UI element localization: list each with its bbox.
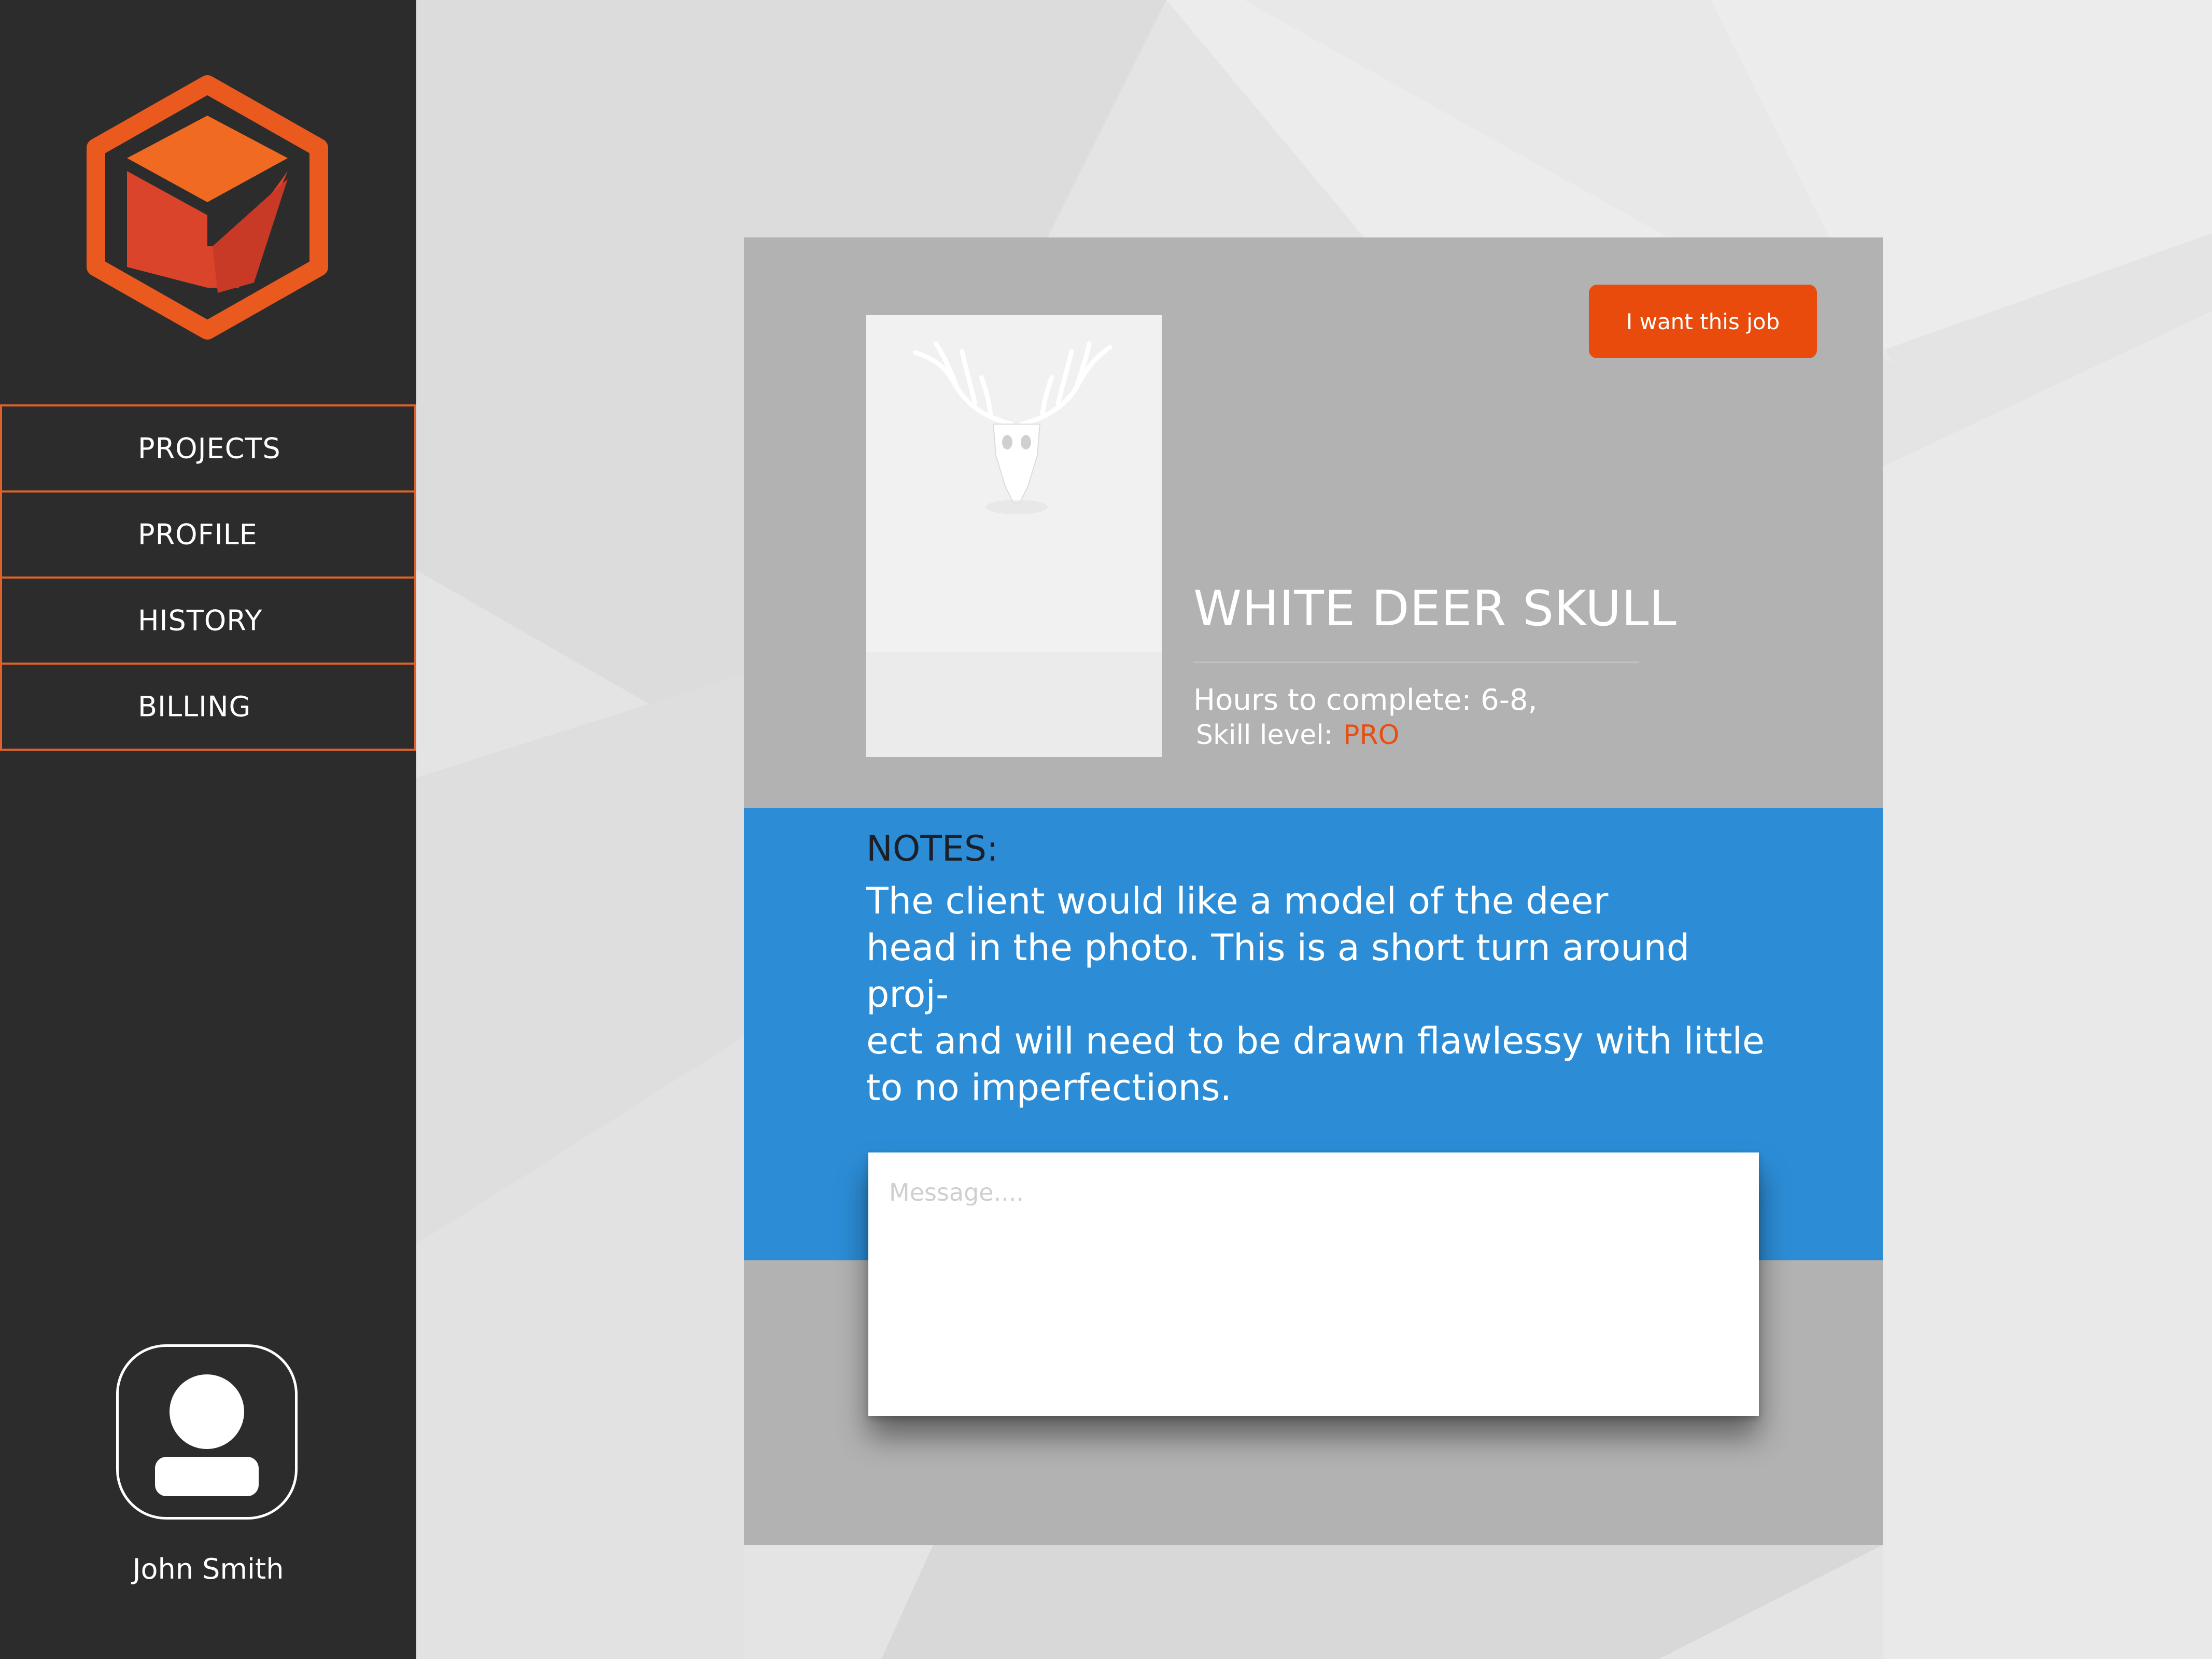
job-card: I want this job WHITE DEER SKULL Hours t… <box>744 237 1883 1545</box>
sidebar-item-label: PROFILE <box>138 518 258 551</box>
title-divider <box>1193 662 1639 663</box>
user-avatar[interactable] <box>116 1344 298 1520</box>
sidebar-item-label: PROJECTS <box>138 432 281 465</box>
sidebar-item-profile[interactable]: PROFILE <box>0 490 416 579</box>
sidebar-item-label: BILLING <box>138 690 251 723</box>
want-job-button[interactable]: I want this job <box>1589 285 1817 358</box>
user-name: John Smith <box>132 1553 284 1585</box>
sidebar-item-projects[interactable]: PROJECTS <box>0 404 416 493</box>
sidebar-item-label: HISTORY <box>138 604 263 637</box>
job-title: WHITE DEER SKULL <box>1193 581 1677 637</box>
hours-to-complete: Hours to complete: 6-8, <box>1193 683 1538 717</box>
hexagon-cube-logo <box>87 75 328 340</box>
sidebar-nav: PROJECTS PROFILE HISTORY BILLING <box>0 404 416 751</box>
deer-skull-photo <box>866 315 1162 757</box>
message-input[interactable] <box>868 1152 1759 1416</box>
sidebar-item-billing[interactable]: BILLING <box>0 663 416 751</box>
user-avatar-icon <box>155 1374 259 1496</box>
sidebar-item-history[interactable]: HISTORY <box>0 577 416 665</box>
notes-title: NOTES: <box>866 828 998 869</box>
sidebar: PROJECTS PROFILE HISTORY BILLING John Sm… <box>0 0 416 1659</box>
skill-level-value: PRO <box>1343 720 1400 751</box>
notes-body: The client would like a model of the dee… <box>866 880 1765 1109</box>
skill-level: Skill level: PRO <box>1196 720 1400 751</box>
skill-level-label: Skill level: <box>1196 720 1333 751</box>
